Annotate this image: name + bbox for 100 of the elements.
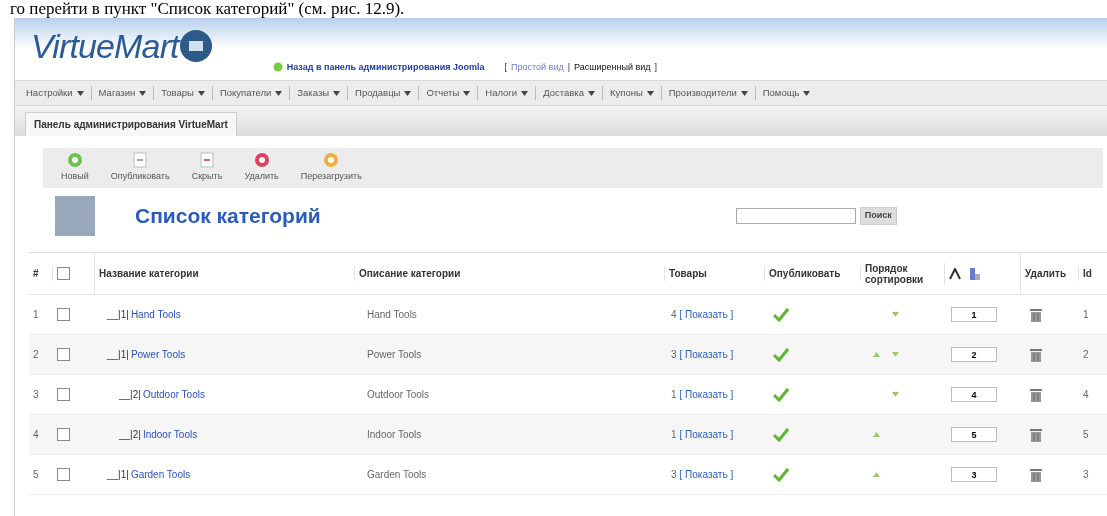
category-link[interactable]: Garden Tools (130, 467, 191, 482)
table-cell-text: Power Tools (366, 348, 423, 362)
toolbar-button[interactable]: Опубликовать (110, 152, 170, 184)
trash-icon[interactable] (1029, 386, 1043, 403)
category-link[interactable]: Hand Tools (130, 307, 181, 322)
menu-item[interactable]: Отчеты (418, 85, 478, 101)
table-cell-text: 4 (1082, 388, 1090, 402)
caret-icon (521, 90, 529, 96)
caret-icon (76, 90, 84, 96)
menu-item[interactable]: Помощь (754, 85, 818, 101)
checkbox[interactable] (57, 428, 70, 441)
trash-icon[interactable] (1029, 466, 1043, 483)
level-prefix: __|1| (107, 308, 129, 322)
toolbar-button[interactable]: Скрыть (191, 152, 223, 184)
bracket-text: [ (504, 60, 508, 74)
menu-item[interactable]: Товары (153, 85, 212, 101)
menu-item[interactable]: Покупатели (211, 85, 290, 101)
show-link[interactable]: [ Показать ] (679, 427, 734, 442)
column-header: Порядок сортировки (861, 262, 945, 285)
trash-icon[interactable] (1029, 306, 1043, 323)
product-count: 1 (671, 388, 677, 402)
row-number: 5 (32, 468, 40, 482)
bracket-text: ] (654, 60, 657, 74)
category-link[interactable]: Outdoor Tools (142, 387, 205, 402)
down-arrow-icon[interactable] (892, 312, 899, 317)
row-number: 1 (32, 308, 40, 322)
table-cell-text: 5 (1082, 428, 1090, 442)
row-number: 4 (32, 428, 40, 442)
order-field[interactable]: 5 (951, 427, 997, 443)
show-link[interactable]: [ Показать ] (679, 347, 734, 362)
view-link[interactable]: Простой вид (511, 60, 564, 74)
category-link[interactable]: Indoor Tools (142, 427, 198, 442)
product-count: 1 (671, 428, 677, 442)
caret-icon (333, 90, 341, 96)
checkmark-icon[interactable] (773, 427, 789, 442)
search-field[interactable] (735, 208, 856, 224)
checkmark-icon[interactable] (773, 347, 789, 362)
caret-icon (197, 90, 205, 96)
checkbox[interactable] (57, 308, 70, 321)
caret-icon (275, 90, 283, 96)
category-link[interactable]: Power Tools (130, 347, 186, 362)
menu-item[interactable]: Доставка (535, 85, 602, 101)
trash-icon[interactable] (1029, 426, 1043, 443)
product-count: 3 (671, 348, 677, 362)
show-link[interactable]: [ Показать ] (679, 387, 734, 402)
level-prefix: __|2| (119, 428, 141, 442)
caret-icon (139, 90, 147, 96)
table-cell-text: 2 (1082, 348, 1090, 362)
down-arrow-icon[interactable] (892, 392, 899, 397)
arrow-circle-icon (272, 62, 283, 73)
menu-item[interactable]: Заказы (289, 85, 348, 101)
order-field[interactable]: 1 (951, 307, 997, 323)
checkmark-icon[interactable] (773, 467, 789, 482)
page-title: Список категорий (135, 203, 321, 230)
order-field[interactable]: 4 (951, 387, 997, 403)
caret-icon (463, 90, 471, 96)
document-text: го перейти в пункт "Список категорий" (см. рис. 12.9). (9, 0, 406, 18)
up-arrow-icon[interactable] (873, 472, 880, 477)
caret-icon (404, 90, 412, 96)
document-icon (133, 152, 148, 169)
checkbox[interactable] (57, 267, 70, 280)
column-header: Товары (665, 266, 765, 281)
checkbox[interactable] (57, 468, 70, 481)
column-header: # (29, 266, 53, 281)
table-cell-text: 3 (1082, 468, 1090, 482)
order-field[interactable]: 2 (951, 347, 997, 363)
level-prefix: __|1| (107, 468, 129, 482)
panel-tab[interactable]: Панель администрирования VirtueMart (25, 112, 237, 136)
view-link[interactable]: Расширенный вид (574, 60, 651, 74)
toolbar-button[interactable]: Новый (61, 152, 89, 184)
menu-item[interactable]: Настройки (19, 85, 91, 101)
menu-item[interactable]: Продавцы (347, 85, 419, 101)
trash-icon[interactable] (1029, 346, 1043, 363)
menu-item[interactable]: Налоги (477, 85, 536, 101)
caret-icon (740, 90, 748, 96)
checkmark-icon[interactable] (773, 307, 789, 322)
back-link[interactable]: Назад в панель администрирования Joomla (286, 60, 485, 74)
order-field[interactable]: 3 (951, 467, 997, 483)
column-header: Название категории (95, 266, 355, 281)
product-count: 4 (671, 308, 677, 322)
table-cell-text: 1 (1082, 308, 1090, 322)
show-link[interactable]: [ Показать ] (679, 467, 734, 482)
search-button[interactable]: Поиск (859, 207, 897, 225)
checkbox[interactable] (57, 388, 70, 401)
checkbox[interactable] (57, 348, 70, 361)
menu-item[interactable]: Магазин (90, 85, 154, 101)
toolbar-button[interactable]: Перезагрузить (300, 152, 362, 184)
toolbar-button[interactable]: Удалить (244, 152, 279, 184)
show-link[interactable]: [ Показать ] (679, 307, 734, 322)
table-cell-text: Indoor Tools (366, 428, 423, 442)
photo-placeholder (55, 196, 95, 236)
menu-item[interactable]: Купоны (601, 85, 661, 101)
menu-item[interactable]: Производители (660, 85, 755, 101)
sort-icon[interactable] (969, 266, 981, 281)
table-cell-text: Hand Tools (366, 308, 418, 322)
level-prefix: __|1| (107, 348, 129, 362)
product-count: 3 (671, 468, 677, 482)
caret-icon (587, 90, 595, 96)
separator-text: | (567, 60, 570, 74)
checkmark-icon[interactable] (773, 387, 789, 402)
